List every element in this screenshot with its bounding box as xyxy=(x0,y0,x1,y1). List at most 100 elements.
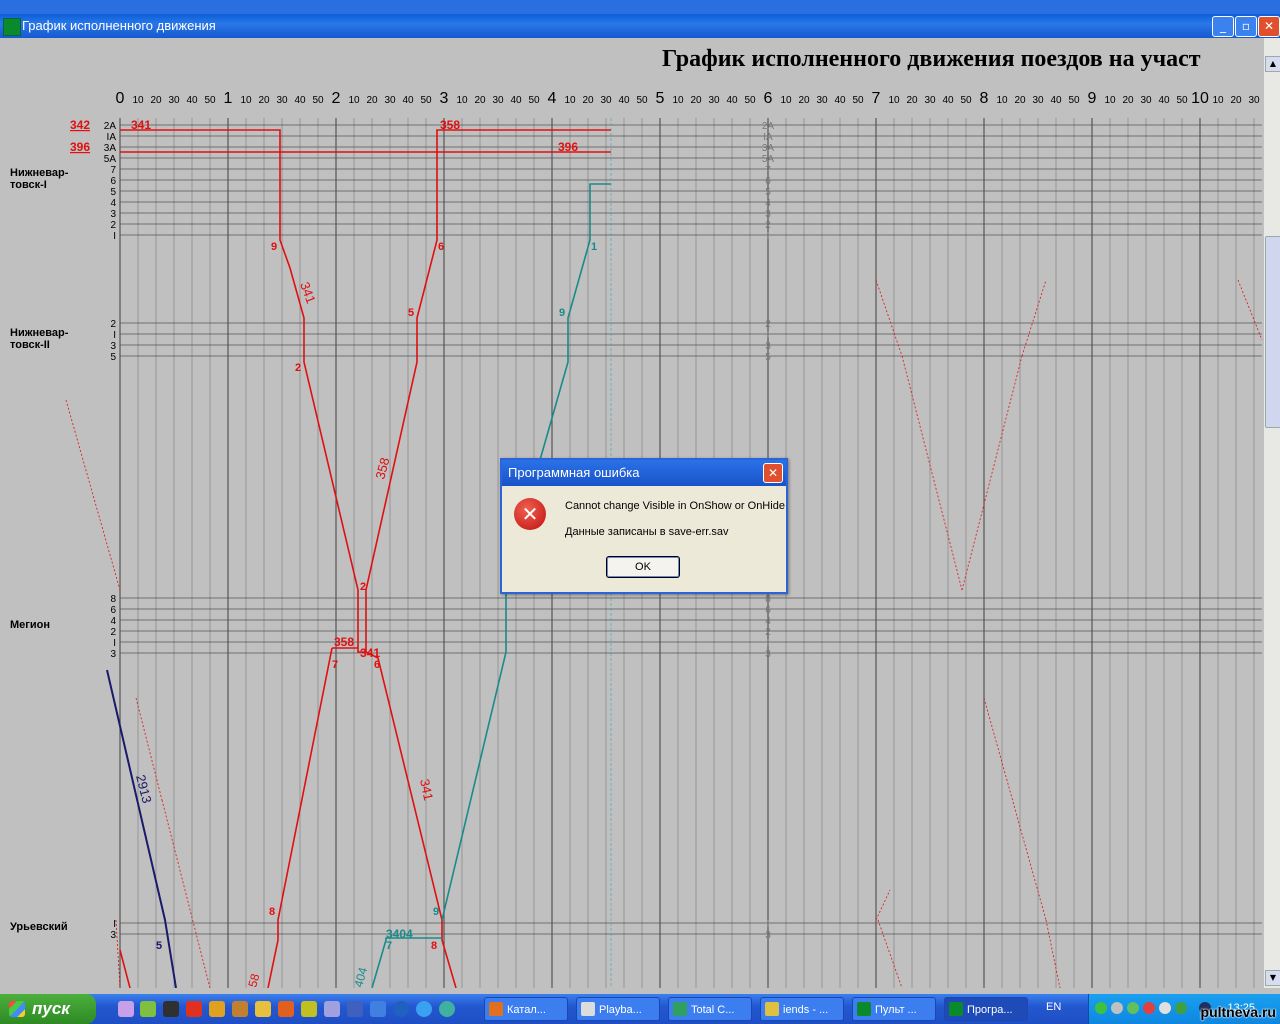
track-label-mid: I xyxy=(767,919,770,930)
ie-icon[interactable] xyxy=(416,1001,432,1017)
minute-label: 50 xyxy=(528,95,540,106)
window-title: График исполненного движения xyxy=(22,18,216,33)
hour-label: 8 xyxy=(980,90,989,107)
quicklaunch-icon-1[interactable] xyxy=(118,1001,134,1017)
track-mark: 2 xyxy=(295,362,301,374)
track-mark: 5 xyxy=(156,940,162,952)
train-label-341: 341 xyxy=(131,118,151,132)
track-label: 4 xyxy=(110,198,116,209)
ok-button[interactable]: OK xyxy=(606,556,680,578)
track-mark: 7 xyxy=(386,940,392,952)
minute-label: 50 xyxy=(204,95,216,106)
minute-label: 30 xyxy=(384,95,396,106)
dialog-title-bar[interactable]: Программная ошибка ✕ xyxy=(502,460,786,486)
quicklaunch-icon-12[interactable] xyxy=(370,1001,386,1017)
train-path-planned xyxy=(983,697,1047,921)
minute-label: 20 xyxy=(582,95,594,106)
start-label: пуск xyxy=(32,999,70,1018)
vertical-scrollbar[interactable]: ▲ ▼ xyxy=(1264,38,1280,988)
quicklaunch-icon-13[interactable] xyxy=(393,1001,409,1017)
task-button-1[interactable]: Катал... xyxy=(484,997,568,1021)
tray-icon-1[interactable] xyxy=(1095,1002,1107,1014)
quicklaunch-icon-9[interactable] xyxy=(301,1001,317,1017)
quicklaunch-icon-2[interactable] xyxy=(140,1001,156,1017)
quicklaunch-icon-5[interactable] xyxy=(209,1001,225,1017)
error-detail: Данные записаны в save-err.sav xyxy=(565,526,729,538)
dialog-close-button[interactable]: ✕ xyxy=(763,463,783,483)
tray-icon-3[interactable] xyxy=(1127,1002,1139,1014)
task-button-5[interactable]: Пульт ... xyxy=(852,997,936,1021)
quicklaunch-icon-6[interactable] xyxy=(232,1001,248,1017)
minute-label: 30 xyxy=(276,95,288,106)
window-title-bar[interactable]: График исполненного движения _ ▫ ✕ xyxy=(0,14,1280,38)
minute-label: 40 xyxy=(834,95,846,106)
maximize-button[interactable]: ▫ xyxy=(1235,16,1257,37)
station-name: товск-I xyxy=(10,179,47,191)
track-label: 4 xyxy=(110,616,116,627)
tray-icon-2[interactable] xyxy=(1111,1002,1123,1014)
track-label: 7 xyxy=(110,165,116,176)
train-path-planned xyxy=(65,399,121,591)
minute-label: 10 xyxy=(780,95,792,106)
language-indicator[interactable]: EN xyxy=(1046,1001,1061,1013)
track-label: 2А xyxy=(104,121,117,132)
task-button-3[interactable]: Total C... xyxy=(668,997,752,1021)
track-label: I xyxy=(113,330,116,341)
task-icon-2 xyxy=(581,1002,595,1016)
train-path-teal-lower xyxy=(441,590,507,921)
scroll-down-button[interactable]: ▼ xyxy=(1265,970,1280,986)
minute-label: 20 xyxy=(258,95,270,106)
tray-icon-5[interactable] xyxy=(1159,1002,1171,1014)
minute-label: 40 xyxy=(402,95,414,106)
track-mark: 9 xyxy=(559,307,565,319)
track-label-mid: 6 xyxy=(765,605,771,616)
quicklaunch-icon-15[interactable] xyxy=(439,1001,455,1017)
track-label: 3 xyxy=(110,649,116,660)
hour-label: 5 xyxy=(656,90,665,107)
quicklaunch-icon-7[interactable] xyxy=(255,1001,271,1017)
task-button-4[interactable]: iends - ... xyxy=(760,997,844,1021)
train-label-341-lower: 341 xyxy=(417,778,436,802)
app-icon xyxy=(3,18,21,36)
quicklaunch-icon-3[interactable] xyxy=(163,1001,179,1017)
scroll-thumb[interactable] xyxy=(1265,236,1280,428)
task-button-6[interactable]: Програ... xyxy=(944,997,1028,1021)
minute-label: 50 xyxy=(312,95,324,106)
train-label-358-meg: 358 xyxy=(334,635,354,649)
tray-icon-6[interactable] xyxy=(1175,1002,1187,1014)
track-label: I xyxy=(113,231,116,242)
minute-label: 20 xyxy=(1122,95,1134,106)
track-label: 3А xyxy=(104,143,117,154)
minute-label: 40 xyxy=(618,95,630,106)
minute-label: 40 xyxy=(294,95,306,106)
track-label-mid: 2 xyxy=(765,220,771,231)
track-mark: 8 xyxy=(431,940,437,952)
minimize-button[interactable]: _ xyxy=(1212,16,1234,37)
screen-top-strip xyxy=(0,0,1280,14)
task-button-2[interactable]: Playba... xyxy=(576,997,660,1021)
track-label-mid: 8 xyxy=(765,594,771,605)
track-label-mid: 2 xyxy=(765,319,771,330)
hour-label: 1 xyxy=(224,90,233,107)
minute-label: 50 xyxy=(960,95,972,106)
save-icon[interactable] xyxy=(347,1001,363,1017)
track-label-mid: 4 xyxy=(765,616,771,627)
track-label-mid: 2А xyxy=(762,121,775,132)
hour-label: 3 xyxy=(440,90,449,107)
scroll-up-button[interactable]: ▲ xyxy=(1265,56,1280,72)
tray-icon-4[interactable] xyxy=(1143,1002,1155,1014)
minute-label: 50 xyxy=(852,95,864,106)
quicklaunch-icon-10[interactable] xyxy=(324,1001,340,1017)
firefox-icon[interactable] xyxy=(278,1001,294,1017)
quicklaunch-icon-4[interactable] xyxy=(186,1001,202,1017)
dialog-title: Программная ошибка xyxy=(508,465,640,480)
close-button[interactable]: ✕ xyxy=(1258,16,1280,37)
minute-label: 40 xyxy=(1158,95,1170,106)
minute-label: 40 xyxy=(942,95,954,106)
minute-label: 30 xyxy=(924,95,936,106)
minute-label: 50 xyxy=(636,95,648,106)
start-button[interactable]: пуск xyxy=(0,994,96,1024)
track-label-mid: 2 xyxy=(765,627,771,638)
track-mark: 1 xyxy=(591,241,597,253)
minute-label: 10 xyxy=(456,95,468,106)
